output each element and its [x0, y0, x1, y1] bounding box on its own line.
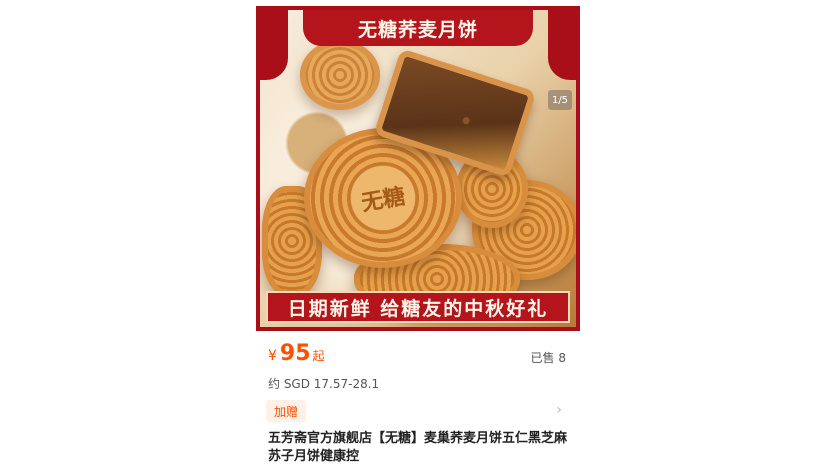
image-top-banner: 无糖荞麦月饼: [303, 10, 533, 46]
frame-corner: [260, 10, 288, 80]
promo-tag[interactable]: 加赠: [266, 400, 307, 422]
chevron-right-icon[interactable]: ›: [556, 402, 562, 418]
currency-symbol: ¥: [268, 348, 277, 364]
image-page-indicator: 1/5: [548, 90, 572, 110]
image-bottom-banner: 日期新鲜 给糖友的中秋好礼: [266, 291, 570, 323]
frame-corner: [548, 10, 576, 80]
approx-price: 约 SGD 17.57-28.1: [268, 377, 380, 391]
mooncake-stamp: 无糖: [359, 183, 408, 217]
price-suffix: 起: [312, 349, 325, 363]
product-card[interactable]: 无糖 无糖荞麦月饼 日期新鲜 给糖友的中秋好礼 1/5 ¥ 95 起 已售 8 …: [256, 0, 580, 468]
promo-row[interactable]: 加赠 ›: [256, 400, 580, 422]
product-image[interactable]: 无糖 无糖荞麦月饼 日期新鲜 给糖友的中秋好礼 1/5: [256, 6, 580, 331]
sold-count: 已售 8: [530, 351, 566, 365]
mooncake-image: [300, 40, 380, 110]
price-row: ¥ 95 起: [268, 341, 325, 366]
price-value: 95: [279, 341, 311, 366]
product-title[interactable]: 五芳斋官方旗舰店【无糖】麦巢荞麦月饼五仁黑芝麻苏子月饼健康控: [268, 430, 572, 466]
